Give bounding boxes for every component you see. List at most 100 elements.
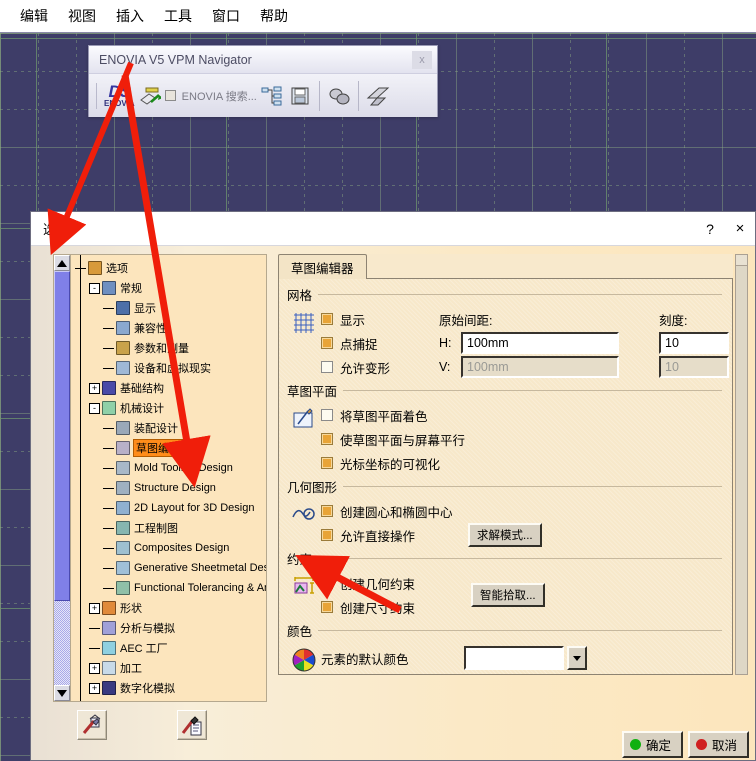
- tree-item[interactable]: +设备与系统: [75, 698, 266, 701]
- enovia-structure-icon[interactable]: [259, 82, 285, 110]
- menu-item-view[interactable]: 视图: [58, 3, 106, 29]
- checkbox-row-show[interactable]: 显示: [321, 307, 439, 331]
- options-tree-panel: 选项 - 常规 显示 兼容性 参数和测量 设备和虚拟现实 + 基础结构 - 机械设计装配设计草图编辑…: [53, 254, 267, 702]
- checkbox-row-shade-plane[interactable]: 将草图平面着色: [321, 403, 722, 427]
- tree-item[interactable]: Generative Sheetmetal Design: [75, 558, 266, 578]
- checkbox-show[interactable]: [321, 313, 333, 325]
- tree-item[interactable]: AEC 工厂: [75, 638, 266, 658]
- close-icon[interactable]: x: [412, 50, 432, 69]
- ok-button-label: 确定: [645, 738, 671, 753]
- tree-scrollbar[interactable]: [54, 255, 71, 701]
- checkbox-row-parallel-screen[interactable]: 使草图平面与屏幕平行: [321, 427, 722, 451]
- solving-mode-button[interactable]: 求解模式...: [468, 523, 542, 547]
- tree-item[interactable]: + 基础结构: [75, 378, 266, 398]
- tree-item[interactable]: - 常规: [75, 278, 266, 298]
- tree-item[interactable]: + 加工: [75, 658, 266, 678]
- default-color-combobox[interactable]: [464, 646, 587, 670]
- checkbox-plane-parallel-to-screen[interactable]: [321, 433, 333, 445]
- scroll-up-icon[interactable]: [736, 255, 747, 266]
- tree-item[interactable]: 草图编辑器: [75, 438, 266, 458]
- tree-item[interactable]: 装配设计: [75, 418, 266, 438]
- tree-item-icon: [116, 321, 130, 335]
- tree-connector: [103, 527, 114, 529]
- scroll-up-icon[interactable]: [54, 255, 70, 271]
- input-h-graduation[interactable]: 10: [659, 332, 729, 354]
- help-icon[interactable]: ?: [695, 221, 725, 237]
- scroll-down-icon[interactable]: [54, 685, 70, 701]
- tree-item[interactable]: 设备和虚拟现实: [75, 358, 266, 378]
- sketch-plane-icon: [287, 403, 321, 437]
- tree-item[interactable]: Structure Design: [75, 478, 266, 498]
- dialog-title-text: 选项: [43, 222, 70, 237]
- close-icon[interactable]: ×: [725, 220, 755, 237]
- checkbox-create-dimensional-constraints[interactable]: [321, 601, 333, 613]
- enovia-save-icon[interactable]: [287, 82, 313, 110]
- tree-item[interactable]: 工程制图: [75, 518, 266, 538]
- diagnostic-color-button[interactable]: 颜色...: [476, 674, 527, 675]
- checkbox-cursor-coordinates[interactable]: [321, 457, 333, 469]
- tree-item-icon: [116, 341, 130, 355]
- tree-item-icon: [116, 421, 130, 435]
- scrollbar-thumb[interactable]: [54, 271, 70, 601]
- expand-icon[interactable]: +: [89, 682, 100, 694]
- checkbox-allow-distortion[interactable]: [321, 361, 333, 373]
- default-color-value[interactable]: [464, 646, 564, 670]
- checkbox-shade-sketch-plane[interactable]: [321, 409, 333, 421]
- expand-icon[interactable]: +: [89, 382, 100, 394]
- collapse-icon[interactable]: -: [89, 282, 100, 294]
- ok-button[interactable]: 确定: [621, 730, 683, 758]
- scrollbar-track[interactable]: [54, 271, 70, 685]
- options-tree[interactable]: 选项 - 常规 显示 兼容性 参数和测量 设备和虚拟现实 + 基础结构 - 机械设计装配设计草图编辑…: [71, 255, 266, 701]
- tree-connector: [103, 567, 114, 569]
- panel-scrollbar[interactable]: [735, 254, 748, 675]
- tree-item[interactable]: 兼容性: [75, 318, 266, 338]
- tab-sketcher[interactable]: 草图编辑器: [278, 254, 367, 279]
- enovia-open-icon[interactable]: [137, 82, 163, 110]
- tree-item-label: 装配设计: [134, 423, 178, 435]
- input-h-spacing[interactable]: 100mm: [461, 332, 619, 354]
- tree-item-label: 设备与系统: [120, 700, 175, 701]
- tree-item[interactable]: Composites Design: [75, 538, 266, 558]
- tree-item[interactable]: 选项: [75, 258, 266, 278]
- menu-item-help[interactable]: 帮助: [250, 3, 298, 29]
- tree-item[interactable]: + 形状: [75, 598, 266, 618]
- tree-item[interactable]: - 机械设计: [75, 398, 266, 418]
- checkbox-row-deform[interactable]: 允许变形: [321, 355, 439, 379]
- input-v-spacing[interactable]: 100mm: [461, 356, 619, 378]
- tree-item[interactable]: 分析与模拟: [75, 618, 266, 638]
- tree-item-label: 加工: [120, 663, 142, 675]
- chevron-down-icon[interactable]: [567, 646, 587, 670]
- enovia-search-checkbox[interactable]: [164, 90, 176, 101]
- checkbox-row-direct-manip[interactable]: 允许直接操作 求解模式...: [321, 523, 722, 547]
- menu-item-edit[interactable]: 编辑: [10, 3, 58, 29]
- smartpick-button[interactable]: 智能拾取...: [471, 583, 545, 607]
- toolbar-grip[interactable]: [96, 82, 99, 109]
- menu-item-tools[interactable]: 工具: [154, 3, 202, 29]
- checkbox-row-snap[interactable]: 点捕捉: [321, 331, 439, 355]
- tree-item[interactable]: 2D Layout for 3D Design: [75, 498, 266, 518]
- expand-icon[interactable]: +: [89, 602, 100, 614]
- cancel-button[interactable]: 取消: [687, 730, 749, 758]
- tree-item[interactable]: 参数和测量: [75, 338, 266, 358]
- menu-item-insert[interactable]: 插入: [106, 3, 154, 29]
- tree-item[interactable]: 显示: [75, 298, 266, 318]
- input-v-graduation[interactable]: 10: [659, 356, 729, 378]
- section-constraints: 约束 创建几何约束 创建尺寸约束 智能拾取...: [287, 549, 722, 619]
- checkbox-row-create-centers[interactable]: 创建圆心和椭圆中心: [321, 499, 722, 523]
- tree-item[interactable]: Functional Tolerancing & Annotatio: [75, 578, 266, 598]
- menu-item-window[interactable]: 窗口: [202, 3, 250, 29]
- expand-icon[interactable]: +: [89, 662, 100, 674]
- checkbox-allow-direct-manipulation[interactable]: [321, 529, 333, 541]
- checkbox-create-circle-ellipse-centers[interactable]: [321, 505, 333, 517]
- checkbox-snap-to-point[interactable]: [321, 337, 333, 349]
- collapse-icon[interactable]: -: [89, 402, 100, 414]
- tree-item[interactable]: Mold Tooling Design: [75, 458, 266, 478]
- enovia-link-icon[interactable]: [326, 82, 352, 110]
- enovia-arrow-icon[interactable]: [365, 82, 391, 110]
- checkbox-row-geometric-constraints[interactable]: 创建几何约束: [321, 571, 471, 595]
- dialog-title-bar[interactable]: 选项 ? ×: [31, 212, 755, 246]
- checkbox-row-dimensional-constraints[interactable]: 创建尺寸约束: [321, 595, 471, 619]
- checkbox-create-geometric-constraints[interactable]: [321, 577, 333, 589]
- checkbox-row-cursor-coords[interactable]: 光标坐标的可视化: [321, 451, 722, 475]
- tree-item[interactable]: + 数字化模拟: [75, 678, 266, 698]
